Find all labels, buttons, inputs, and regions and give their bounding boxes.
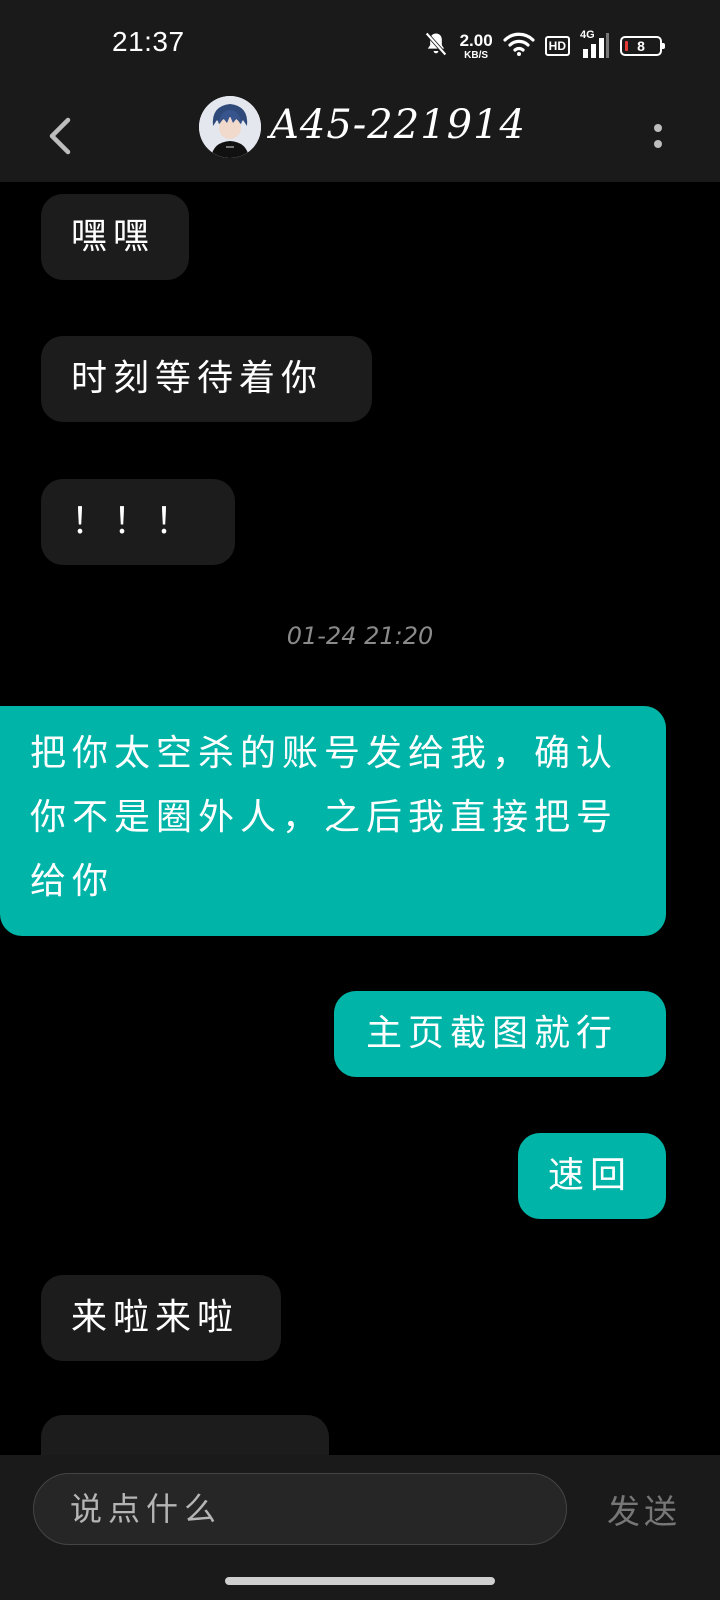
network-speed-unit: KB/S	[464, 49, 489, 61]
status-time: 21:37	[112, 26, 185, 57]
contact-name: A45-221914	[270, 102, 526, 148]
message-bubble-incoming[interactable]: ！！！	[41, 479, 235, 565]
wifi-icon	[503, 31, 535, 61]
home-indicator[interactable]	[225, 1577, 495, 1585]
message-bubble-outgoing[interactable]: 速回	[518, 1133, 666, 1219]
send-button[interactable]: 发送	[604, 1473, 684, 1545]
message-bubble-incoming[interactable]: 时刻等待着你	[41, 336, 372, 422]
cellular-signal-icon: 4G	[580, 29, 610, 60]
message-bubble-incoming[interactable]: 嘿嘿	[41, 194, 189, 280]
network-speed: 2.00 KB/S	[460, 32, 493, 61]
message-input[interactable]	[33, 1473, 567, 1545]
message-bubble-incoming[interactable]: 来啦来啦	[41, 1275, 281, 1361]
chevron-left-icon	[49, 117, 71, 155]
back-button[interactable]	[38, 108, 82, 164]
message-bubble-outgoing[interactable]: 把你太空杀的账号发给我，确认你不是圈外人，之后我直接把号给你	[0, 706, 666, 936]
hd-badge: HD	[544, 36, 570, 56]
message-bubble-outgoing[interactable]: 主页截图就行	[334, 991, 666, 1077]
avatar[interactable]	[199, 96, 261, 158]
status-bar: 21:37 2.00 KB/S HD 4G 8	[0, 0, 720, 90]
battery-icon: 8	[620, 36, 665, 56]
more-vertical-icon	[654, 124, 662, 132]
chat-header: A45-221914	[0, 90, 720, 182]
chat-message-list[interactable]: 嘿嘿 时刻等待着你 ！！！ 01-24 21:20 把你太空杀的账号发给我，确认…	[0, 182, 720, 1455]
message-timestamp: 01-24 21:20	[286, 622, 434, 650]
battery-level: 8	[637, 38, 645, 54]
more-button[interactable]	[646, 108, 670, 164]
input-bar: 发送	[0, 1455, 720, 1600]
message-bubble-partial[interactable]	[41, 1415, 329, 1455]
bell-muted-icon	[422, 30, 450, 62]
network-speed-value: 2.00	[459, 30, 493, 50]
status-icons: 2.00 KB/S HD 4G 8	[422, 28, 665, 64]
